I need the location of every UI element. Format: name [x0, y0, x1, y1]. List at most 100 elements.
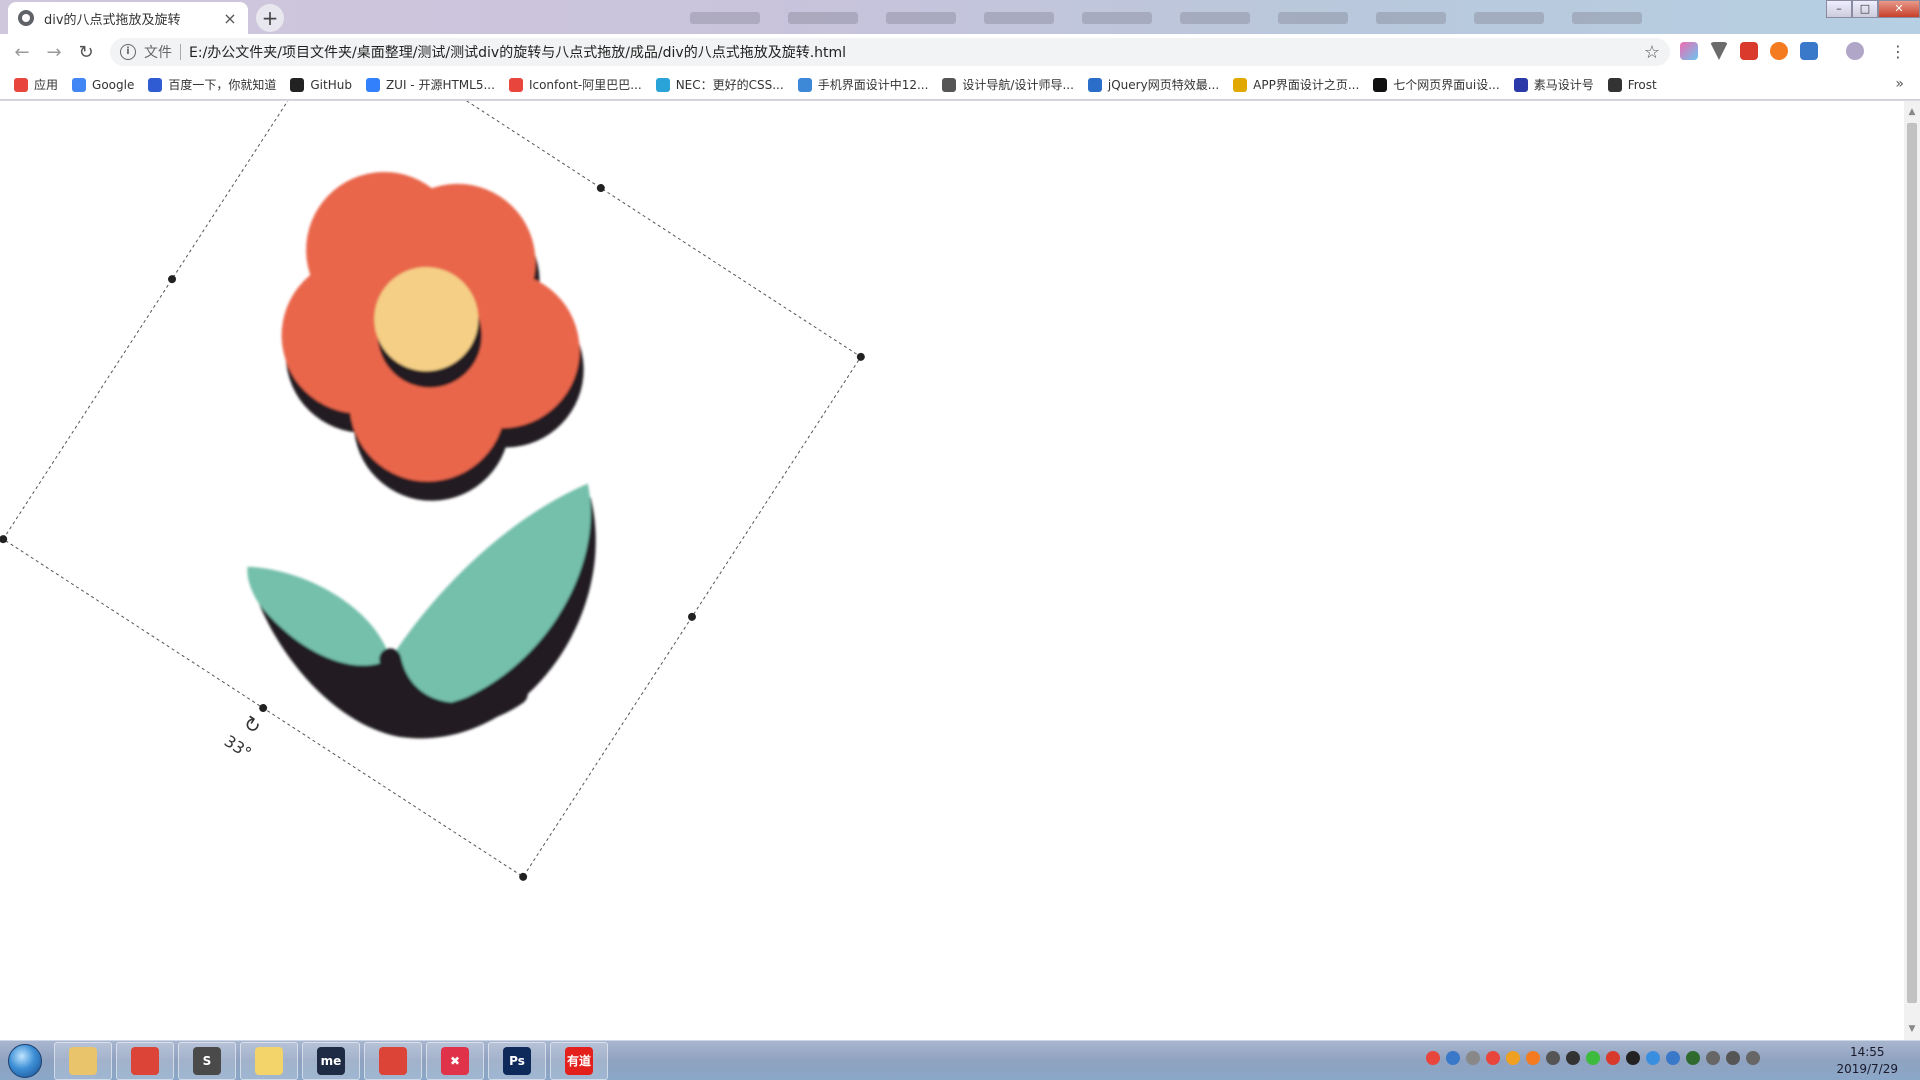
bookmark-label: Frost: [1627, 77, 1657, 92]
globe-icon: [18, 10, 34, 26]
suma-icon: [1513, 77, 1528, 92]
forward-button[interactable]: →: [38, 36, 70, 68]
bookmark-label: 素马设计号: [1533, 78, 1594, 92]
bookmark-label: jQuery网页特效最...: [1107, 78, 1220, 92]
bookmark-label: ZUI - 开源HTML5...: [385, 78, 495, 92]
bookmark-item[interactable]: jQuery网页特效最...: [1087, 76, 1220, 93]
extension-icon-3[interactable]: [1740, 42, 1758, 60]
back-button[interactable]: ←: [6, 36, 38, 68]
bookmark-label: NEC：更好的CSS...: [675, 78, 784, 92]
photoshop-icon: Ps: [503, 1046, 531, 1075]
bookmark-item[interactable]: 七个网页界面ui设...: [1373, 76, 1500, 93]
close-window-button[interactable]: ✕: [1878, 0, 1920, 18]
rotate-handle-icon[interactable]: ↻: [239, 710, 266, 739]
window-controls: – □ ✕: [1826, 0, 1920, 18]
snowflake-icon: [1607, 77, 1622, 92]
handle-bottom-right[interactable]: [518, 871, 529, 882]
bookmark-item[interactable]: 百度一下，你就知道: [148, 76, 276, 93]
bookmark-item[interactable]: NEC：更好的CSS...: [655, 76, 784, 93]
scroll-up-icon[interactable]: ▲: [1907, 107, 1917, 117]
extension-icon-5[interactable]: [1800, 42, 1818, 60]
vertical-scrollbar[interactable]: ▲ ▼: [1904, 101, 1920, 1040]
taskbar-app-me[interactable]: me: [302, 1041, 360, 1080]
tab-title: div的八点式拖放及旋转: [44, 12, 181, 28]
extension-icon-1[interactable]: [1680, 42, 1698, 60]
clock-date: 2019/7/29: [1836, 1062, 1898, 1076]
start-button[interactable]: [0, 1041, 50, 1080]
taskbar-app-chrome-2[interactable]: [364, 1041, 422, 1080]
extension-icon-4[interactable]: [1770, 42, 1788, 60]
nec-icon: [655, 77, 670, 92]
taskbar: Sme ✖ Ps 有道 14:55 2019/7/29: [0, 1040, 1920, 1080]
bookmarks-bar: 应用 Google 百度一下，你就知道 GitHub ZUI - 开源HTML5... I…: [0, 70, 1920, 100]
bookmark-item[interactable]: ZUI - 开源HTML5...: [365, 76, 495, 93]
youdao-icon: 有道: [565, 1046, 593, 1075]
reload-button[interactable]: ↻: [70, 36, 102, 68]
tab-active[interactable]: div的八点式拖放及旋转 ×: [8, 2, 248, 34]
taskbar-app-photoshop[interactable]: Ps: [488, 1041, 546, 1080]
zui-icon: [365, 77, 380, 92]
profile-avatar[interactable]: [1846, 42, 1864, 60]
handle-right[interactable]: [686, 611, 697, 622]
chrome-icon: [131, 1046, 159, 1075]
taskbar-app-explorer[interactable]: [54, 1041, 112, 1080]
bookmark-item[interactable]: Google: [72, 77, 134, 92]
address-bar[interactable]: i 文件 E:/办公文件夹/项目文件夹/桌面整理/测试/测试div的旋转与八点式…: [110, 38, 1670, 66]
rotatable-box[interactable]: ↻ 33°: [0, 101, 866, 926]
handle-top[interactable]: [595, 182, 606, 193]
bookmark-item[interactable]: Frost: [1607, 77, 1657, 92]
bookmark-label: 百度一下，你就知道: [168, 78, 277, 92]
menu-icon[interactable]: ⋮: [1890, 44, 1906, 60]
sublime-icon: S: [193, 1046, 221, 1075]
bookmark-item[interactable]: Iconfont-阿里巴巴...: [508, 76, 642, 93]
nav-icon: [942, 77, 957, 92]
bookmarks-overflow-icon[interactable]: »: [1895, 76, 1904, 92]
s-icon: [1373, 77, 1388, 92]
omnibox-separator: [180, 44, 181, 60]
chrome-2-icon: [379, 1046, 407, 1075]
taskbar-clock[interactable]: 14:55 2019/7/29: [1836, 1044, 1898, 1078]
bookmark-label: GitHub: [310, 77, 352, 92]
extension-icon-2[interactable]: [1710, 42, 1728, 60]
tab-strip: div的八点式拖放及旋转 × + – □ ✕: [0, 0, 1920, 34]
bookmark-item[interactable]: 手机界面设计中12...: [797, 76, 929, 93]
bookmark-label: 设计导航/设计师导...: [962, 78, 1074, 92]
jquery-icon: [1087, 77, 1102, 92]
taskbar-app-xmind[interactable]: ✖: [426, 1041, 484, 1080]
maximize-button[interactable]: □: [1852, 0, 1878, 18]
bookmark-item[interactable]: 素马设计号: [1513, 76, 1594, 93]
url-text[interactable]: E:/办公文件夹/项目文件夹/桌面整理/测试/测试div的旋转与八点式拖放/成品…: [189, 42, 1644, 62]
scrollbar-thumb[interactable]: [1907, 123, 1917, 1003]
apps-grid-icon: [14, 77, 28, 92]
taskbar-app-folder[interactable]: [240, 1041, 298, 1080]
taskbar-app-sublime[interactable]: S: [178, 1041, 236, 1080]
taskbar-app-youdao[interactable]: 有道: [550, 1041, 608, 1080]
info-icon[interactable]: i: [120, 44, 136, 60]
minimize-button[interactable]: –: [1826, 0, 1852, 18]
page-viewport: ↻ 33°: [0, 101, 1904, 1040]
bookmark-label: Iconfont-阿里巴巴...: [528, 78, 642, 92]
bookmark-item[interactable]: 应用: [14, 76, 58, 93]
google-icon: [72, 77, 87, 92]
handle-left[interactable]: [166, 274, 177, 285]
browser-toolbar: ← → ↻ i 文件 E:/办公文件夹/项目文件夹/桌面整理/测试/测试div的…: [0, 34, 1920, 70]
iconfont-icon: [508, 77, 523, 92]
explorer-icon: [69, 1046, 97, 1075]
bookmark-label: 手机界面设计中12...: [817, 78, 929, 92]
handle-bottom[interactable]: [258, 702, 269, 713]
scroll-down-icon[interactable]: ▼: [1907, 1024, 1917, 1034]
bookmark-star-icon[interactable]: ☆: [1644, 42, 1660, 63]
github-icon: [290, 77, 305, 92]
handle-bottom-left[interactable]: [0, 534, 9, 545]
handle-top-right[interactable]: [855, 351, 866, 362]
bookmark-item[interactable]: APP界面设计之页...: [1233, 76, 1359, 93]
clock-time: 14:55: [1849, 1045, 1885, 1059]
scheme-label: 文件: [144, 45, 172, 61]
new-tab-button[interactable]: +: [256, 4, 284, 32]
taskbar-app-chrome[interactable]: [116, 1041, 174, 1080]
bookmark-item[interactable]: 设计导航/设计师导...: [942, 76, 1074, 93]
close-tab-icon[interactable]: ×: [222, 9, 238, 28]
bookmark-label: 应用: [34, 78, 59, 92]
bookmark-item[interactable]: GitHub: [290, 77, 352, 92]
flower-illustration: [247, 171, 596, 739]
